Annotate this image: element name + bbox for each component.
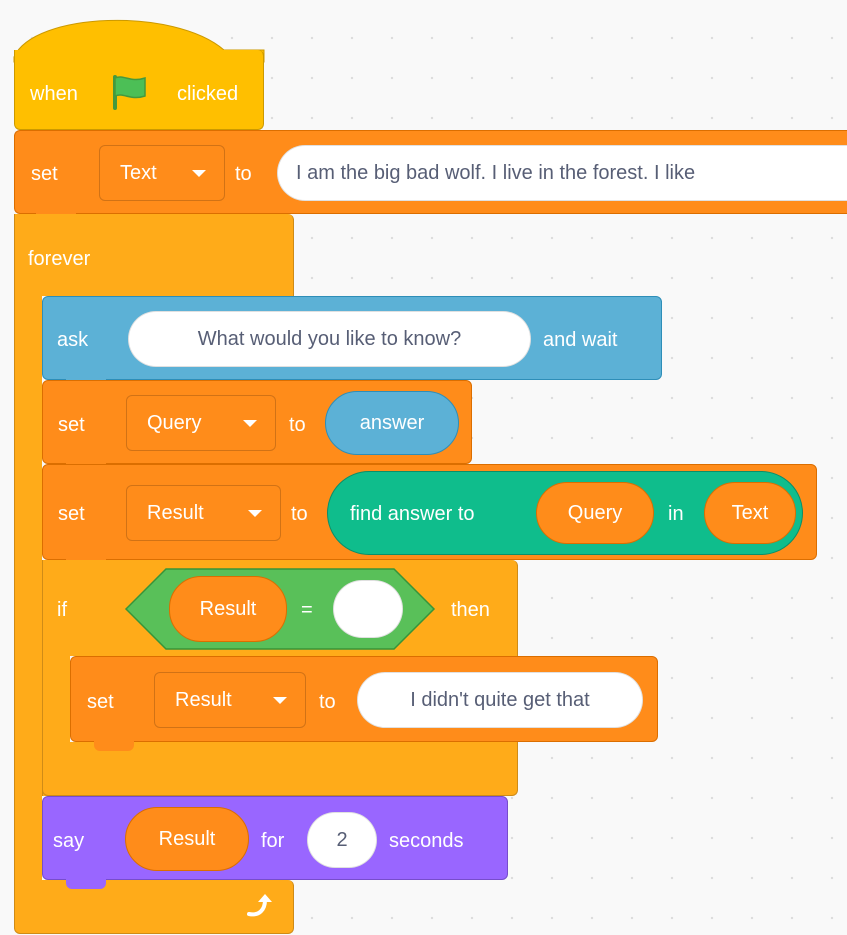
seconds-value: 2 — [336, 829, 348, 851]
variable-name: Result — [175, 689, 232, 711]
code-area[interactable]: when clicked set Text to I am the big ba… — [0, 0, 847, 935]
say-notch — [66, 879, 106, 889]
green-flag-icon — [113, 75, 146, 110]
forever-block[interactable]: forever — [14, 214, 294, 296]
seconds-input[interactable]: 2 — [307, 812, 377, 868]
variable-name: Result — [147, 502, 204, 524]
dropdown-caret-icon — [248, 510, 262, 517]
variable-dropdown-fallback[interactable]: Result — [154, 672, 306, 728]
fallback-text-input[interactable]: I didn't quite get that — [357, 672, 643, 728]
clicked-label: clicked — [177, 83, 239, 105]
set-fallback-notch — [94, 741, 134, 751]
query-variable-reporter[interactable]: Query — [536, 482, 654, 544]
answer-reporter[interactable]: answer — [325, 391, 459, 455]
if-label: if — [57, 599, 67, 621]
result-variable-reporter[interactable]: Result — [169, 576, 287, 642]
query-reporter-label: Query — [567, 502, 623, 524]
text-reporter-label: Text — [731, 502, 769, 524]
set-label: set — [58, 414, 85, 436]
to-label: to — [289, 414, 306, 436]
to-label: to — [319, 691, 336, 713]
when-flag-clicked-block[interactable]: when clicked — [14, 50, 264, 130]
loop-arrow-icon — [247, 894, 272, 917]
dropdown-caret-icon — [192, 170, 206, 177]
variable-dropdown-query[interactable]: Query — [126, 395, 276, 451]
say-reporter-label: Result — [158, 828, 216, 850]
set-text-block[interactable]: set Text to I am the big bad wolf. I liv… — [14, 130, 847, 214]
question-text: What would you like to know? — [197, 328, 462, 350]
result-reporter-label: Result — [199, 598, 257, 620]
forever-footer[interactable] — [14, 880, 294, 934]
say-for-seconds-block[interactable]: say Result for 2 seconds — [42, 796, 508, 880]
ask-and-wait-block[interactable]: ask What would you like to know? and wai… — [42, 296, 662, 380]
find-answer-reporter[interactable]: find answer to Query in Text — [327, 471, 803, 555]
seconds-label: seconds — [389, 830, 464, 852]
to-label: to — [235, 163, 252, 185]
and-wait-label: and wait — [543, 329, 618, 351]
to-label: to — [291, 503, 308, 525]
dropdown-caret-icon — [243, 420, 257, 427]
dropdown-caret-icon — [273, 697, 287, 704]
compare-value-input[interactable] — [333, 580, 403, 638]
in-label: in — [668, 503, 684, 525]
text-value: I am the big bad wolf. I live in the for… — [296, 162, 696, 184]
when-label: when — [30, 83, 78, 105]
set-result-block[interactable]: set Result to find answer to Query in Te… — [42, 464, 817, 560]
answer-label: answer — [359, 412, 425, 434]
forever-arm — [14, 296, 42, 880]
for-label: for — [261, 830, 285, 852]
variable-dropdown-result[interactable]: Result — [126, 485, 281, 541]
set-fallback-block[interactable]: set Result to I didn't quite get that — [70, 656, 658, 742]
set-query-block[interactable]: set Query to answer — [42, 380, 472, 464]
set-label: set — [31, 163, 58, 185]
set-label: set — [87, 691, 114, 713]
fallback-text: I didn't quite get that — [410, 689, 590, 711]
ask-label: ask — [57, 329, 89, 351]
text-value-input[interactable]: I am the big bad wolf. I live in the for… — [277, 145, 847, 201]
forever-label: forever — [28, 248, 91, 270]
say-result-reporter[interactable]: Result — [125, 807, 249, 871]
equals-sign: = — [301, 599, 313, 621]
say-label: say — [53, 830, 85, 852]
variable-name: Query — [147, 412, 202, 434]
variable-dropdown-text[interactable]: Text — [99, 145, 225, 201]
find-answer-label: find answer to — [350, 503, 475, 525]
set-label: set — [58, 503, 85, 525]
question-input[interactable]: What would you like to know? — [128, 311, 531, 367]
variable-name: Text — [120, 162, 157, 184]
then-label: then — [451, 599, 490, 621]
text-variable-reporter[interactable]: Text — [704, 482, 796, 544]
if-then-block[interactable]: if Result = then — [42, 560, 518, 656]
